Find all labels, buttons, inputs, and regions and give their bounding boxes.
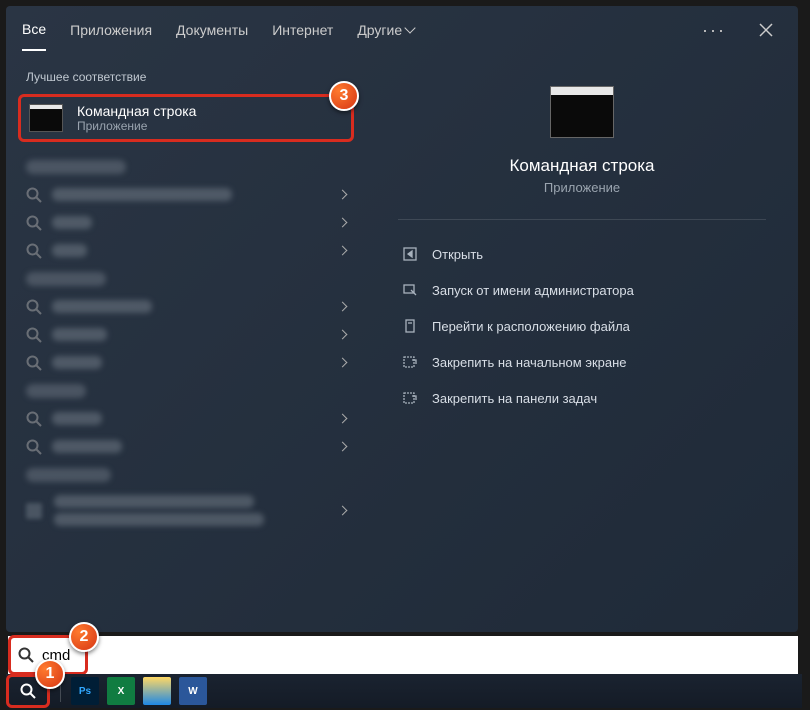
open-icon [402,246,418,262]
search-input[interactable] [42,647,788,664]
action-open-location[interactable]: Перейти к расположению файла [398,308,766,344]
preview-title: Командная строка [509,156,654,176]
action-open[interactable]: Открыть [398,236,766,272]
list-item[interactable] [26,404,346,432]
close-button[interactable] [750,14,782,46]
search-icon [18,647,34,663]
best-match-result[interactable]: Командная строка Приложение 3 [18,94,354,142]
admin-icon [402,282,418,298]
callout-badge-3: 3 [329,81,359,111]
tab-apps[interactable]: Приложения [70,10,152,50]
cmd-icon [29,104,63,132]
tab-internet[interactable]: Интернет [272,10,333,50]
pin-start-icon [402,354,418,370]
taskbar-explorer-icon[interactable] [143,677,171,705]
folder-icon [402,318,418,334]
search-content: Лучшее соответствие Командная строка При… [6,54,798,632]
search-bar[interactable] [8,636,798,674]
action-pin-taskbar[interactable]: Закрепить на панели задач [398,380,766,416]
tab-all[interactable]: Все [22,9,46,51]
taskbar-word-icon[interactable]: W [179,677,207,705]
blurred-results [6,148,366,537]
taskbar-search-button[interactable]: 1 [6,674,50,708]
action-run-admin[interactable]: Запуск от имени администратора [398,272,766,308]
best-match-label: Лучшее соответствие [6,62,366,92]
result-title: Командная строка [77,103,196,119]
preview-subtitle: Приложение [544,180,620,195]
taskbar: 1 Ps X W [6,674,802,708]
results-column: Лучшее соответствие Командная строка При… [6,54,366,632]
list-item[interactable] [26,180,346,208]
tab-documents[interactable]: Документы [176,10,248,50]
more-button[interactable]: ··· [702,20,726,41]
taskbar-photoshop-icon[interactable]: Ps [71,677,99,705]
tab-other[interactable]: Другие [357,10,414,50]
list-item[interactable] [26,320,346,348]
callout-badge-1: 1 [35,659,65,689]
preview-app-icon [550,86,614,138]
list-item[interactable] [26,292,346,320]
list-item[interactable] [26,432,346,460]
list-item[interactable] [26,348,346,376]
list-item[interactable] [26,236,346,264]
search-tabs: Все Приложения Документы Интернет Другие… [6,6,798,54]
action-list: Открыть Запуск от имени администратора П… [398,236,766,416]
list-item[interactable] [26,488,346,533]
chevron-down-icon [404,22,415,33]
result-subtitle: Приложение [77,119,196,133]
divider [398,219,766,220]
preview-column: Командная строка Приложение Открыть Запу… [366,54,798,632]
pin-taskbar-icon [402,390,418,406]
windows-search-panel: Все Приложения Документы Интернет Другие… [6,6,798,632]
taskbar-excel-icon[interactable]: X [107,677,135,705]
list-item[interactable] [26,208,346,236]
action-pin-start[interactable]: Закрепить на начальном экране [398,344,766,380]
